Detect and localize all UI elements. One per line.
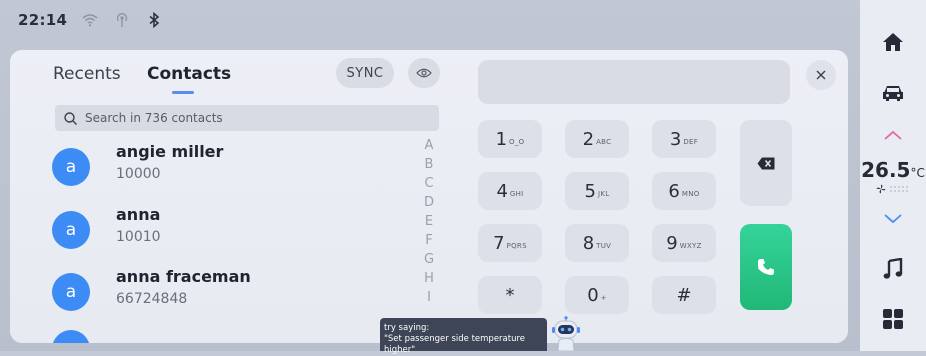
- right-rail: 26.5°C: [860, 0, 926, 351]
- alphabet-index-letter[interactable]: E: [422, 214, 436, 229]
- alphabet-index-letter[interactable]: G: [422, 252, 436, 267]
- keypad-key-2[interactable]: 2 ABC: [565, 120, 629, 158]
- chevron-up-icon[interactable]: [860, 126, 926, 144]
- tab-recents[interactable]: Recents: [53, 64, 121, 84]
- keypad-key-5[interactable]: 5 JKL: [565, 172, 629, 210]
- avatar: [52, 330, 90, 343]
- music-icon[interactable]: [860, 256, 926, 282]
- keypad-key-hash[interactable]: #: [652, 276, 716, 314]
- alphabet-index-letter[interactable]: C: [422, 176, 436, 191]
- contact-name: angie miller: [116, 142, 224, 161]
- contact-row[interactable]: a anna 10010: [52, 205, 392, 261]
- voice-hint-title: try saying:: [384, 323, 430, 333]
- car-icon[interactable]: [860, 80, 926, 106]
- contact-row[interactable]: a anna fraceman 66724848: [52, 267, 392, 323]
- contact-name: anna fraceman: [116, 267, 251, 286]
- search-input[interactable]: Search in 736 contacts: [85, 111, 223, 125]
- alphabet-index-letter[interactable]: H: [422, 271, 436, 286]
- temperature-display: 26.5°C: [860, 158, 926, 182]
- contact-number: 10000: [116, 166, 161, 182]
- fan-speed-indicator: [876, 183, 916, 195]
- wifi-icon: [81, 11, 99, 29]
- keypad-key-9[interactable]: 9 WXYZ: [652, 224, 716, 262]
- backspace-button[interactable]: [740, 120, 792, 206]
- call-button[interactable]: [740, 224, 792, 310]
- apps-grid-icon[interactable]: [860, 306, 926, 332]
- alphabet-index-letter[interactable]: I: [422, 290, 436, 305]
- backspace-icon: [757, 157, 775, 169]
- contact-name: anna: [116, 205, 161, 224]
- keypad-key-8[interactable]: 8 TUV: [565, 224, 629, 262]
- alphabet-index-letter[interactable]: F: [422, 233, 436, 248]
- temperature-unit: °C: [910, 166, 925, 180]
- status-bar: 22:14: [18, 8, 163, 32]
- home-icon[interactable]: [860, 28, 926, 56]
- voice-assistant-robot-icon[interactable]: [550, 316, 582, 352]
- phone-icon: [758, 259, 774, 275]
- temperature-value: 26.5: [861, 158, 911, 182]
- voice-hint-bubble: try saying: "Set passenger side temperat…: [380, 318, 547, 355]
- contact-number: 10010: [116, 229, 161, 245]
- hotspot-icon: [113, 11, 131, 29]
- tab-contacts[interactable]: Contacts: [147, 64, 231, 84]
- keypad-key-6[interactable]: 6 MNO: [652, 172, 716, 210]
- keypad-key-star[interactable]: *: [478, 276, 542, 314]
- active-tab-indicator: [172, 91, 194, 94]
- fan-icon: [876, 184, 886, 194]
- avatar: a: [52, 273, 90, 311]
- sync-button[interactable]: SYNC: [336, 58, 394, 88]
- dial-number-display: [478, 60, 790, 104]
- alphabet-index-letter[interactable]: A: [422, 138, 436, 153]
- keypad-key-3[interactable]: 3 DEF: [652, 120, 716, 158]
- avatar: a: [52, 211, 90, 249]
- eye-icon[interactable]: [408, 58, 440, 88]
- keypad-key-1[interactable]: 1 O_O: [478, 120, 542, 158]
- close-icon: [816, 70, 826, 80]
- search-bar[interactable]: Search in 736 contacts: [55, 105, 439, 131]
- bluetooth-icon: [145, 11, 163, 29]
- keypad-key-7[interactable]: 7 PQRS: [478, 224, 542, 262]
- clock: 22:14: [18, 11, 68, 29]
- contact-row[interactable]: a angie miller 10000: [52, 142, 392, 198]
- contact-number: 66724848: [116, 291, 188, 307]
- voice-hint-suggestion: "Set passenger side temperature higher": [384, 334, 526, 355]
- phone-panel: Recents Contacts SYNC Search in 736 cont…: [10, 50, 848, 343]
- avatar: a: [52, 148, 90, 186]
- fan-level-dots: [890, 186, 908, 192]
- search-icon: [64, 111, 77, 125]
- keypad-key-0[interactable]: 0 +: [565, 276, 629, 314]
- chevron-down-icon[interactable]: [860, 210, 926, 228]
- close-button[interactable]: [806, 60, 836, 90]
- keypad-key-4[interactable]: 4 GHI: [478, 172, 542, 210]
- alphabet-index-letter[interactable]: B: [422, 157, 436, 172]
- alphabet-index-letter[interactable]: D: [422, 195, 436, 210]
